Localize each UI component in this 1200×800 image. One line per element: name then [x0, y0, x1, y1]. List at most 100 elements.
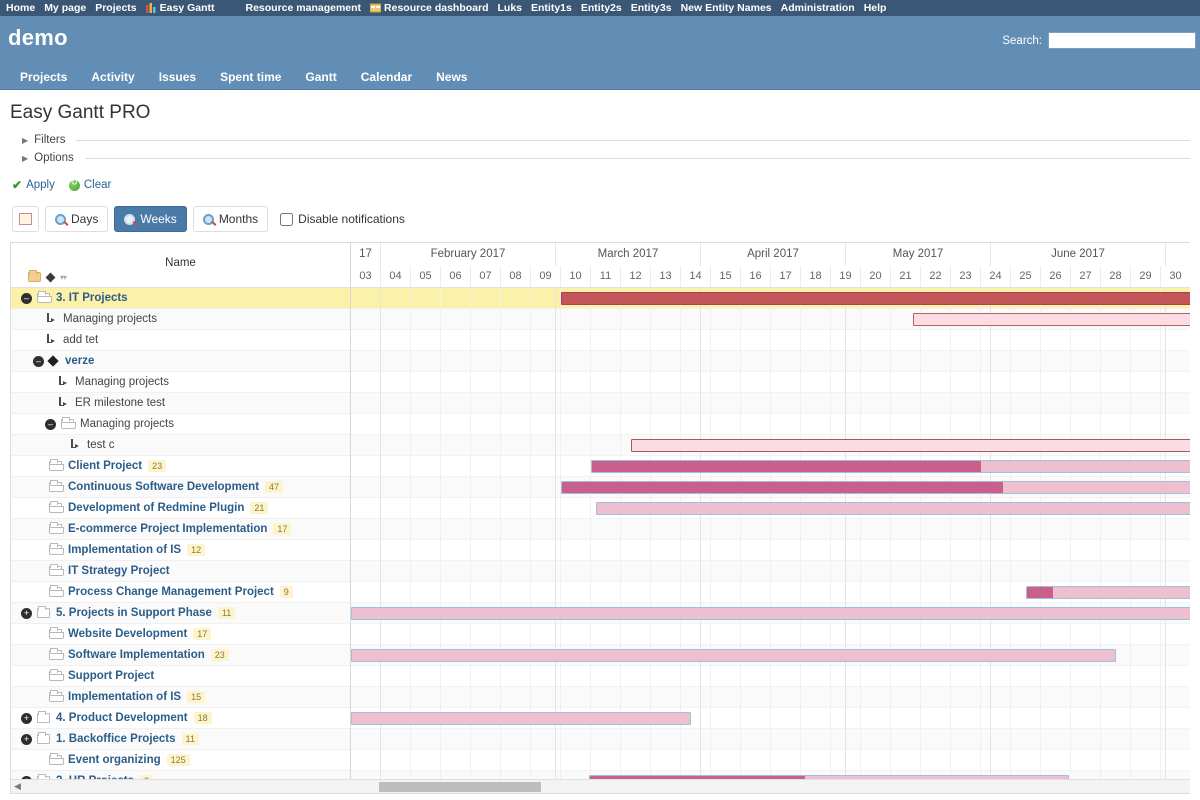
nav-news[interactable]: News	[424, 67, 479, 87]
table-row[interactable]: IT Strategy Project	[11, 561, 350, 582]
topnav-entity3s[interactable]: Entity3s	[631, 2, 672, 14]
zoom-days-button[interactable]: Days	[45, 206, 109, 232]
table-row[interactable]: add tet	[11, 330, 350, 351]
expand-toggle-icon[interactable]: +	[21, 607, 32, 619]
search-input[interactable]	[1048, 32, 1196, 49]
table-row[interactable]: +5. Projects in Support Phase 11	[11, 603, 350, 624]
scroll-left-icon[interactable]: ◀	[14, 782, 21, 791]
row-label[interactable]: 3. IT Projects	[56, 292, 128, 304]
collapse-toggle-icon[interactable]: –	[33, 355, 44, 367]
gantt-bar[interactable]	[631, 439, 1190, 452]
topnav-projects[interactable]: Projects	[95, 2, 136, 14]
row-label[interactable]: IT Strategy Project	[68, 565, 170, 577]
table-row[interactable]: Client Project 23	[11, 456, 350, 477]
table-row[interactable]: Managing projects	[11, 372, 350, 393]
row-label[interactable]: Continuous Software Development	[68, 481, 259, 493]
row-label[interactable]: Client Project	[68, 460, 142, 472]
gantt-bar[interactable]	[561, 481, 1190, 494]
table-row[interactable]: Implementation of IS 12	[11, 540, 350, 561]
nav-projects[interactable]: Projects	[8, 67, 79, 87]
row-label[interactable]: Development of Redmine Plugin	[68, 502, 244, 514]
table-row[interactable]: Event organizing 125	[11, 750, 350, 771]
topnav-new-entity-names[interactable]: New Entity Names	[681, 2, 772, 14]
expand-toggle-icon[interactable]: +	[21, 733, 32, 745]
row-label[interactable]: 1. Backoffice Projects	[56, 733, 176, 745]
topnav-easy-gantt[interactable]: Easy Gantt	[160, 2, 215, 14]
row-label[interactable]: E-commerce Project Implementation	[68, 523, 267, 535]
export-pdf-button[interactable]	[12, 206, 39, 232]
table-row[interactable]: Development of Redmine Plugin 21	[11, 498, 350, 519]
row-label[interactable]: Managing projects	[63, 313, 157, 325]
row-label[interactable]: Website Development	[68, 628, 187, 640]
row-label[interactable]: 4. Product Development	[56, 712, 188, 724]
table-row[interactable]: Support Project	[11, 666, 350, 687]
row-label[interactable]: ER milestone test	[75, 397, 165, 409]
options-toggle[interactable]: ▶ Options	[10, 150, 1190, 166]
gantt-bar[interactable]	[591, 460, 1190, 473]
collapse-toggle-icon[interactable]: –	[45, 418, 56, 430]
row-label[interactable]: Event organizing	[68, 754, 161, 766]
table-row[interactable]: Website Development 17	[11, 624, 350, 645]
row-label[interactable]: Implementation of IS	[68, 544, 181, 556]
gantt-bar[interactable]	[1026, 586, 1190, 599]
gantt-bar[interactable]	[351, 607, 1190, 620]
table-row[interactable]: Process Change Management Project 9	[11, 582, 350, 603]
row-label[interactable]: Support Project	[68, 670, 154, 682]
table-row[interactable]: E-commerce Project Implementation 17	[11, 519, 350, 540]
row-label[interactable]: add tet	[63, 334, 98, 346]
nav-issues[interactable]: Issues	[147, 67, 208, 87]
topnav-resource-management[interactable]: Resource management	[246, 2, 362, 14]
topnav-luks[interactable]: Luks	[498, 2, 523, 14]
topnav-entity1s[interactable]: Entity1s	[531, 2, 572, 14]
table-row[interactable]: test c	[11, 435, 350, 456]
nav-calendar[interactable]: Calendar	[349, 67, 424, 87]
table-row[interactable]: +1. Backoffice Projects 11	[11, 729, 350, 750]
row-label[interactable]: Software Implementation	[68, 649, 205, 661]
gantt-bar[interactable]	[351, 712, 691, 725]
table-row[interactable]: Managing projects	[11, 309, 350, 330]
topnav-my-page[interactable]: My page	[44, 2, 86, 14]
gantt-timeline-pane[interactable]: 17 February 2017 March 2017 April 2017 May 2…	[351, 243, 1190, 793]
row-label[interactable]: Managing projects	[80, 418, 174, 430]
row-label[interactable]: verze	[65, 355, 94, 367]
expand-toggle-icon[interactable]: +	[21, 712, 32, 724]
table-row[interactable]: – verze	[11, 351, 350, 372]
collapse-toggle-icon[interactable]: –	[21, 292, 32, 304]
scrollbar-thumb[interactable]	[379, 782, 541, 792]
row-label[interactable]: 5. Projects in Support Phase	[56, 607, 212, 619]
table-row[interactable]: – 3. IT Projects	[11, 288, 350, 309]
zoom-weeks-button[interactable]: Weeks	[114, 206, 187, 232]
topnav-home[interactable]: Home	[6, 2, 35, 14]
table-row[interactable]: +4. Product Development 18	[11, 708, 350, 729]
gantt-bar[interactable]	[596, 502, 1190, 515]
table-row[interactable]: ER milestone test	[11, 393, 350, 414]
nav-activity[interactable]: Activity	[79, 67, 146, 87]
horizontal-scrollbar[interactable]: ◀	[11, 779, 1190, 793]
milestone-diamond-icon[interactable]	[45, 272, 56, 282]
row-label[interactable]: Managing projects	[75, 376, 169, 388]
table-row[interactable]: Software Implementation 23	[11, 645, 350, 666]
topnav-resource-dashboard[interactable]: Resource dashboard	[384, 2, 488, 14]
clear-button[interactable]: Clear	[68, 177, 111, 191]
gantt-bar[interactable]	[913, 313, 1190, 326]
table-row[interactable]: Implementation of IS 15	[11, 687, 350, 708]
nav-gantt[interactable]: Gantt	[293, 67, 348, 87]
gantt-bar[interactable]	[351, 649, 1116, 662]
topnav-administration[interactable]: Administration	[781, 2, 855, 14]
disable-notifications-checkbox[interactable]	[280, 212, 294, 226]
nav-spent-time[interactable]: Spent time	[208, 67, 293, 87]
row-label[interactable]: Implementation of IS	[68, 691, 181, 703]
table-row[interactable]: Continuous Software Development 47	[11, 477, 350, 498]
table-row[interactable]: – Managing projects	[11, 414, 350, 435]
folder-icon[interactable]	[28, 270, 41, 282]
row-label[interactable]: test c	[87, 439, 114, 451]
filters-toggle[interactable]: ▶ Filters	[10, 132, 1190, 148]
sort-icon[interactable]: ▾▾	[60, 273, 67, 282]
gantt-bar[interactable]	[561, 292, 1190, 305]
zoom-months-button[interactable]: Months	[192, 206, 269, 232]
apply-button[interactable]: ✔ Apply	[12, 178, 55, 192]
topnav-help[interactable]: Help	[864, 2, 887, 14]
row-label[interactable]: Process Change Management Project	[68, 586, 274, 598]
disable-notifications-toggle[interactable]: Disable notifications	[280, 212, 405, 226]
topnav-entity2s[interactable]: Entity2s	[581, 2, 622, 14]
